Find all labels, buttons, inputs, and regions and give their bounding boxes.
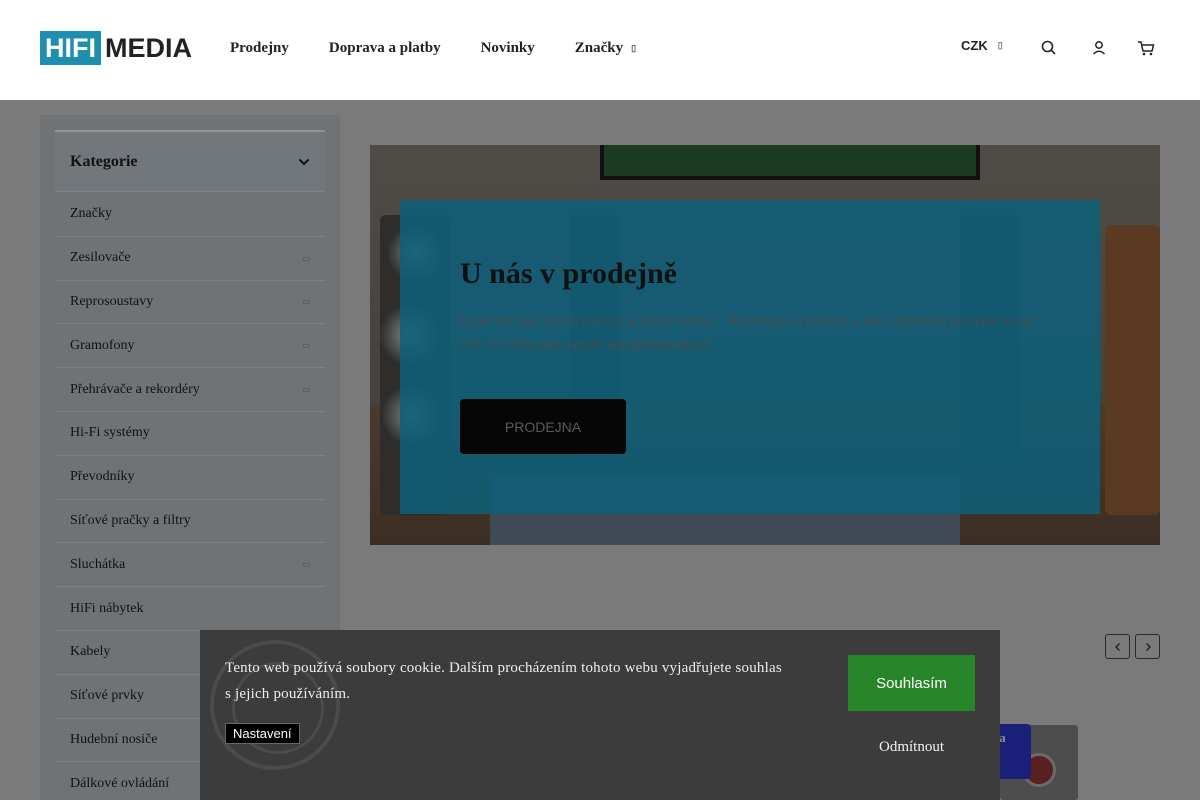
expand-icon[interactable]: ▭ <box>302 385 310 394</box>
chevron-down-icon: ▯ <box>631 43 637 53</box>
carousel-prev-button[interactable] <box>1105 634 1130 659</box>
nav-label: Doprava a platby <box>328 40 441 56</box>
sidebar-item-label: Značky <box>70 206 112 222</box>
cart-icon[interactable] <box>1136 38 1156 58</box>
sidebar-item-sluchatka[interactable]: Sluchátka ▭ <box>55 543 325 588</box>
sidebar-item-sitove-pracky[interactable]: Síťové pračky a filtry <box>55 500 325 544</box>
site-header: HIFI MEDIA Prodejny Doprava a platby Nov… <box>0 0 1200 100</box>
currency-selector[interactable]: CZK ▯ <box>961 38 1003 53</box>
sidebar-item-label: Převodníky <box>70 469 135 485</box>
nav-novinky[interactable]: Novinky <box>481 40 535 57</box>
chevron-right-icon <box>1145 642 1151 651</box>
chevron-left-icon <box>1114 642 1120 651</box>
sidebar-item-hifi-nabytek[interactable]: HiFi nábytek <box>55 587 325 631</box>
nav-prodejny[interactable]: Prodejny <box>230 40 289 57</box>
sidebar-item-hifi-systemy[interactable]: Hi-Fi systémy <box>55 412 325 456</box>
site-logo[interactable]: HIFI MEDIA <box>40 31 192 65</box>
sidebar-item-znacky[interactable]: Značky <box>55 193 325 237</box>
cookie-text: Tento web používá soubory cookie. Dalším… <box>225 660 782 702</box>
sidebar-item-prehravace[interactable]: Přehrávače a rekordéry ▭ <box>55 368 325 412</box>
category-header[interactable]: Kategorie <box>55 132 325 192</box>
expand-icon[interactable]: ▭ <box>302 560 310 569</box>
nav-doprava[interactable]: Doprava a platby <box>329 40 441 57</box>
sidebar-item-label: Gramofony <box>70 337 135 353</box>
sidebar-item-gramofony[interactable]: Gramofony ▭ <box>55 324 325 369</box>
sidebar-item-label: Síťové prvky <box>70 688 145 704</box>
hero-speaker <box>1105 225 1160 515</box>
sidebar-item-label: HiFi nábytek <box>70 600 144 616</box>
accept-cookies-button[interactable]: Souhlasím <box>848 655 975 711</box>
sidebar-item-label: Reprosoustavy <box>70 293 154 309</box>
hero-tv <box>600 145 980 180</box>
carousel-next-button[interactable] <box>1135 634 1160 659</box>
search-icon[interactable] <box>1039 38 1059 58</box>
sidebar-item-label: Dálkové ovládání <box>70 775 170 791</box>
expand-icon[interactable]: ▭ <box>302 254 310 263</box>
sidebar-item-label: Sluchátka <box>70 556 126 572</box>
header-tools: CZK ▯ <box>940 36 1200 62</box>
decline-cookies-button[interactable]: Odmítnout <box>848 730 975 764</box>
hero-title: U nás v prodejně <box>460 257 677 290</box>
sidebar-item-label: Přehrávače a rekordéry <box>70 381 200 397</box>
expand-icon[interactable]: ▭ <box>302 297 310 306</box>
sidebar-item-label: Síťové pračky a filtry <box>70 512 191 528</box>
cookie-bar: Tento web používá soubory cookie. Dalším… <box>200 630 1000 800</box>
nav-label: Novinky <box>480 40 535 56</box>
user-icon[interactable] <box>1089 38 1109 58</box>
sidebar-item-label: Zesilovače <box>70 250 131 266</box>
sidebar-item-label: Hudební nosiče <box>70 731 158 747</box>
currency-label: CZK <box>961 38 988 53</box>
main-nav: Prodejny Doprava a platby Novinky Značky… <box>230 40 636 57</box>
sidebar-item-label: Hi-Fi systémy <box>70 425 150 441</box>
expand-icon[interactable]: ▭ <box>302 341 310 350</box>
nav-label: Prodejny <box>230 40 289 56</box>
sidebar-item-zesilovace[interactable]: Zesilovače ▭ <box>55 237 325 281</box>
sidebar-item-label: Kabely <box>70 644 111 660</box>
chevron-down-icon: ▯ <box>997 40 1003 50</box>
sidebar-item-prevodniky[interactable]: Převodníky <box>55 456 325 500</box>
nav-znacky[interactable]: Značky ▯ <box>575 40 636 57</box>
logo-hifi: HIFI <box>40 31 101 65</box>
logo-media: MEDIA <box>105 33 192 63</box>
chevron-down-icon <box>298 153 310 171</box>
prodejna-button[interactable]: PRODEJNA <box>460 399 626 454</box>
hero-text: Lepší než tisíc cizích názorů, je názor … <box>460 314 1037 353</box>
nav-label: Značky <box>574 40 624 56</box>
cookie-settings-link[interactable]: Nastavení <box>225 723 300 744</box>
category-title: Kategorie <box>70 152 138 170</box>
sidebar-item-reprosoustavy[interactable]: Reprosoustavy ▭ <box>55 281 325 325</box>
